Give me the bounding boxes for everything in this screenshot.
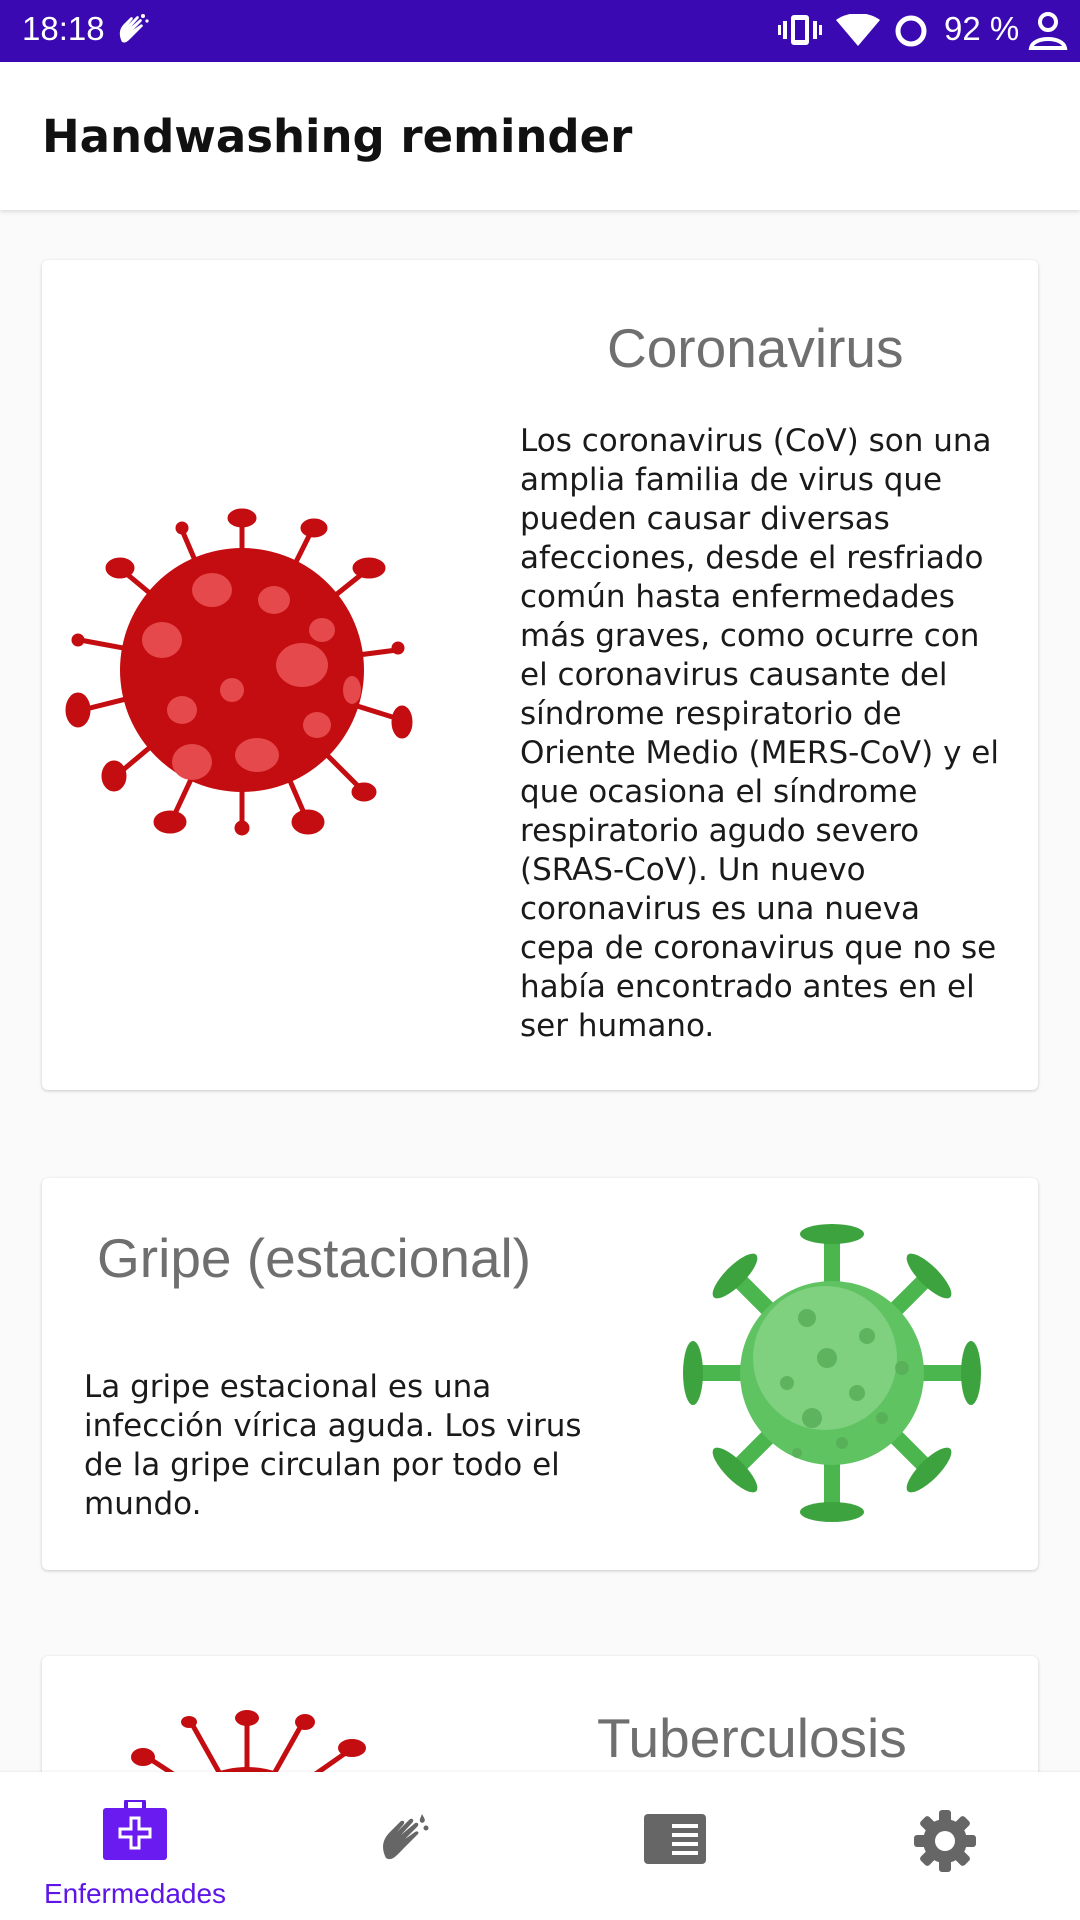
nav-item-articles[interactable] (540, 1772, 810, 1920)
data-saver-icon (893, 13, 929, 53)
nav-item-settings[interactable] (810, 1772, 1080, 1920)
medical-kit-icon (102, 1798, 168, 1864)
wifi-icon (836, 13, 880, 50)
red-virus-icon (62, 500, 422, 854)
disease-card-tuberculosis[interactable]: Tuberculosis (42, 1656, 1038, 1772)
disease-card-coronavirus[interactable]: Coronavirus Los coronavirus (CoV) son un… (42, 260, 1038, 1090)
account-icon (1028, 10, 1068, 54)
disease-card-gripe[interactable]: Gripe (estacional) La gripe estacional e… (42, 1178, 1038, 1570)
article-icon (644, 1814, 706, 1868)
status-time: 18:18 (22, 10, 105, 47)
vibrate-icon (778, 12, 822, 52)
disease-description: La gripe estacional es una infección vír… (84, 1369, 582, 1522)
app-title: Handwashing reminder (42, 110, 633, 163)
status-bar: 18:18 92 % (0, 0, 1080, 62)
nav-item-handwash[interactable] (270, 1772, 540, 1920)
handwash-icon (378, 1812, 432, 1870)
gear-icon (914, 1810, 976, 1876)
bottom-navigation: Enfermedades (0, 1772, 1080, 1920)
app-bar: Handwashing reminder (0, 62, 1080, 210)
disease-title: Tuberculosis (597, 1707, 907, 1769)
red-virus-icon (117, 1702, 377, 1772)
nav-label: Enfermedades (43, 1878, 227, 1909)
green-virus-icon (677, 1218, 987, 1532)
handwash-notification-icon (116, 12, 150, 52)
disease-list[interactable]: Coronavirus Los coronavirus (CoV) son un… (0, 212, 1080, 1772)
battery-percentage: 92 % (944, 10, 1020, 47)
nav-item-enfermedades[interactable]: Enfermedades (0, 1772, 270, 1920)
disease-description: Los coronavirus (CoV) son una amplia fam… (520, 423, 999, 1044)
disease-title: Gripe (estacional) (97, 1227, 532, 1289)
disease-title: Coronavirus (607, 317, 904, 379)
